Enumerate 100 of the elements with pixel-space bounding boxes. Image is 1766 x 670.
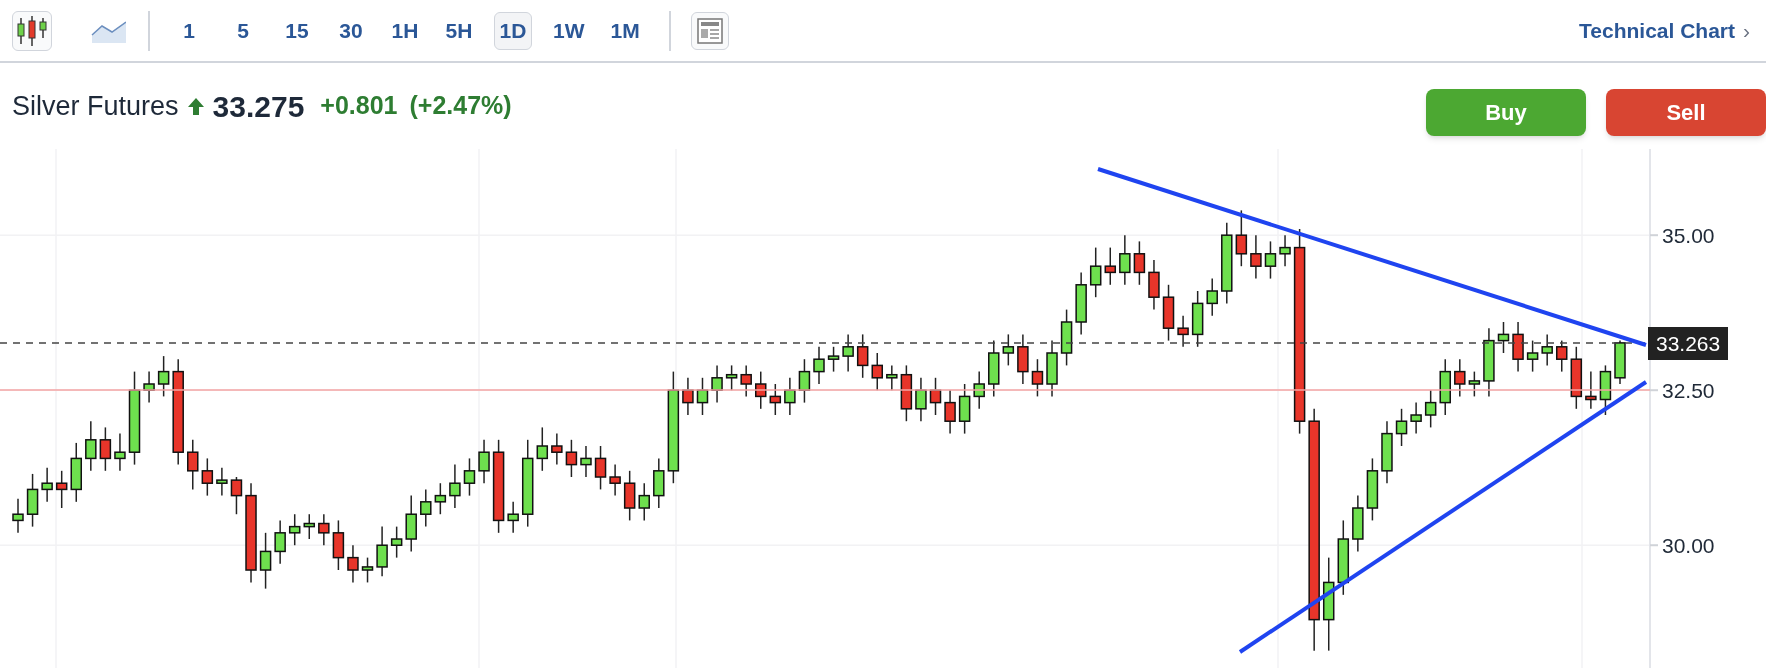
candle <box>842 333 854 373</box>
candle <box>303 513 315 540</box>
candle <box>1119 234 1131 286</box>
technical-chart-link[interactable]: Technical Chart › <box>1579 14 1750 47</box>
candle <box>1075 271 1087 336</box>
candle <box>1031 358 1044 398</box>
interval-tab[interactable]: 1W <box>548 11 590 50</box>
candle <box>376 525 388 577</box>
candle <box>157 355 170 398</box>
candle <box>332 519 345 571</box>
candle <box>1424 389 1437 429</box>
candle <box>638 482 650 522</box>
candle <box>711 364 723 404</box>
interval-tab[interactable]: 30 <box>332 11 370 50</box>
candle <box>827 346 840 373</box>
candle <box>1206 277 1218 317</box>
candle <box>1017 333 1029 385</box>
candle <box>318 513 330 546</box>
candle <box>187 439 199 491</box>
candle <box>1366 457 1379 522</box>
candle <box>463 457 476 497</box>
candle <box>1177 315 1189 348</box>
interval-tab[interactable]: 1D <box>494 11 532 50</box>
layout-icon <box>694 15 725 46</box>
candle <box>1381 420 1393 484</box>
candle <box>1410 401 1422 435</box>
candle <box>682 377 694 416</box>
candle <box>1556 339 1568 373</box>
candle <box>740 364 752 398</box>
candle <box>725 364 738 391</box>
candle <box>274 519 286 565</box>
candle <box>1541 333 1553 367</box>
candle <box>1512 321 1524 373</box>
axis-tick-label: 35.00 <box>1662 224 1715 248</box>
candle <box>769 383 782 416</box>
candle <box>1089 246 1102 298</box>
candle <box>1599 364 1612 416</box>
candle <box>580 445 592 478</box>
interval-tab[interactable]: 1H <box>386 11 424 50</box>
candle <box>1191 290 1204 348</box>
candle <box>886 364 898 391</box>
candle <box>478 439 490 484</box>
candle <box>390 525 403 559</box>
candle <box>856 333 869 379</box>
candle <box>259 532 272 590</box>
candle <box>99 426 112 472</box>
candle <box>1250 234 1262 280</box>
candle <box>449 463 461 509</box>
candle <box>1235 209 1248 267</box>
candle <box>361 556 374 584</box>
interval-tab[interactable]: 1M <box>605 11 645 50</box>
candle <box>288 513 301 546</box>
candle <box>114 432 126 472</box>
candle <box>565 439 578 478</box>
candle <box>1439 358 1451 416</box>
candle <box>201 457 214 497</box>
candle <box>507 501 519 534</box>
candle <box>405 494 417 553</box>
candle <box>973 370 985 410</box>
interval-tab[interactable]: 15 <box>278 11 316 50</box>
candle <box>1104 246 1116 286</box>
candle <box>55 470 68 509</box>
candle <box>1497 321 1510 354</box>
price: 33.275 <box>212 88 305 125</box>
price-change: +0.801 <box>320 90 398 122</box>
axis-tick-label: 32.50 <box>1662 379 1715 403</box>
sell-button[interactable]: Sell <box>1606 88 1766 136</box>
candle <box>1526 339 1539 373</box>
candle <box>798 358 811 404</box>
candle <box>230 476 243 515</box>
candle <box>551 432 563 466</box>
candle <box>1395 408 1408 447</box>
candle <box>755 370 767 410</box>
axis-tick-label: 30.00 <box>1662 534 1715 558</box>
candle <box>915 377 927 422</box>
candle <box>1264 240 1277 280</box>
candle <box>1002 333 1015 367</box>
candle <box>784 377 796 416</box>
candle <box>12 497 24 534</box>
interval-tab[interactable]: 5H <box>440 11 478 50</box>
candle <box>26 473 39 528</box>
interval-tab[interactable]: 5 <box>224 11 262 50</box>
candle <box>958 383 971 435</box>
candle <box>1352 494 1364 553</box>
layout-button[interactable] <box>690 11 729 50</box>
candle <box>1585 370 1597 410</box>
candle <box>70 442 82 503</box>
candle <box>1133 240 1146 286</box>
candle <box>609 463 621 497</box>
candlestick-chart-button[interactable] <box>12 10 52 51</box>
candle <box>623 470 636 522</box>
candle <box>653 457 665 509</box>
last-price-label: 33.263 <box>1648 326 1729 360</box>
candle <box>1454 358 1466 398</box>
candle <box>347 544 359 584</box>
interval-tab[interactable]: 1 <box>170 11 208 50</box>
candle <box>41 466 53 503</box>
candle <box>216 466 228 497</box>
candle <box>1468 370 1481 398</box>
candle <box>929 377 942 416</box>
